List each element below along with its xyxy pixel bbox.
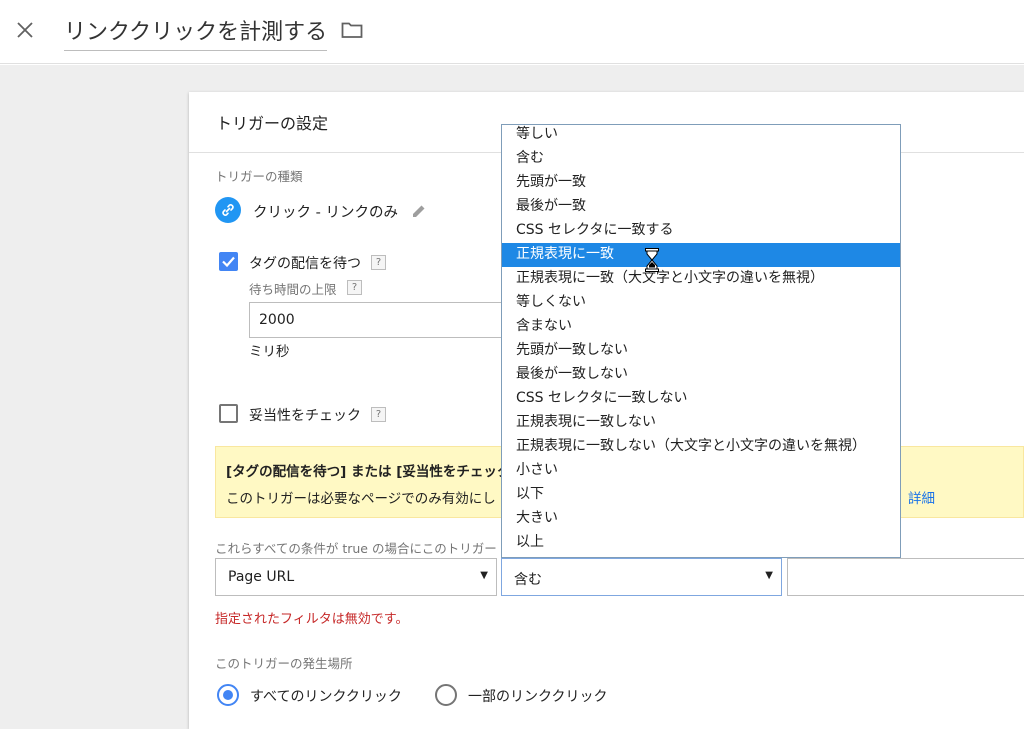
- filter-value-input[interactable]: [787, 558, 1024, 596]
- hourglass-icon: [645, 248, 659, 272]
- dropdown-option[interactable]: 小さい: [502, 459, 900, 483]
- dropdown-option[interactable]: 含まない: [502, 315, 900, 339]
- dropdown-option[interactable]: 正規表現に一致しない（大文字と小文字の違いを無視）: [502, 435, 900, 459]
- warning-body: このトリガーは必要なページでのみ有効にし: [226, 491, 496, 507]
- dropdown-option[interactable]: 正規表現に一致（大文字と小文字の違いを無視）: [502, 267, 900, 291]
- max-wait-unit: ミリ秒: [249, 344, 290, 360]
- dropdown-option[interactable]: 含む: [502, 147, 900, 171]
- top-bar: リンククリックを計測する: [0, 0, 1024, 64]
- folder-icon[interactable]: [341, 21, 365, 41]
- dropdown-option[interactable]: 最後が一致しない: [502, 363, 900, 387]
- max-wait-label: 待ち時間の上限: [249, 282, 337, 297]
- dropdown-option[interactable]: 以下: [502, 483, 900, 507]
- conditions-label: これらすべての条件が true の場合にこのトリガー: [215, 541, 497, 556]
- check-validation-help-icon[interactable]: ?: [371, 407, 386, 422]
- operator-select-value: 含む: [514, 572, 542, 588]
- dropdown-option[interactable]: 等しくない: [502, 291, 900, 315]
- warning-title: [タグの配信を待つ] または [妥当性をチェック: [226, 464, 511, 480]
- wait-tags-label: タグの配信を待つ: [249, 256, 361, 272]
- all-clicks-label[interactable]: すべてのリンククリック: [250, 686, 402, 706]
- max-wait-help-icon[interactable]: ?: [347, 280, 362, 295]
- fire-on-label: このトリガーの発生場所: [215, 656, 353, 671]
- check-validation-checkbox[interactable]: [219, 404, 238, 423]
- wait-tags-help-icon[interactable]: ?: [371, 255, 386, 270]
- caret-down-icon: ▼: [480, 570, 488, 581]
- filter-error-text: 指定されたフィルタは無効です。: [215, 612, 409, 627]
- max-wait-input[interactable]: 2000: [249, 302, 509, 338]
- all-clicks-radio[interactable]: [217, 684, 239, 706]
- dropdown-option[interactable]: CSS セレクタに一致しない: [502, 387, 900, 411]
- variable-select-value: Page URL: [228, 569, 295, 585]
- caret-down-icon: ▼: [765, 570, 773, 581]
- dropdown-option[interactable]: 以上: [502, 531, 900, 555]
- close-icon[interactable]: [12, 17, 38, 43]
- dropdown-option[interactable]: 等しい: [502, 125, 900, 147]
- dropdown-option[interactable]: 先頭が一致しない: [502, 339, 900, 363]
- some-clicks-label[interactable]: 一部のリンククリック: [468, 686, 607, 706]
- dropdown-option[interactable]: 正規表現に一致: [502, 243, 900, 267]
- dropdown-option[interactable]: 最後が一致: [502, 195, 900, 219]
- dropdown-option[interactable]: CSS セレクタに一致する: [502, 219, 900, 243]
- learn-more-link[interactable]: 詳細: [908, 487, 935, 507]
- operator-select[interactable]: 含む ▼: [501, 558, 782, 596]
- card-title: トリガーの設定: [216, 114, 329, 133]
- variable-select[interactable]: Page URL ▼: [215, 558, 497, 596]
- link-icon: [215, 197, 241, 223]
- dropdown-option[interactable]: 先頭が一致: [502, 171, 900, 195]
- wait-tags-checkbox[interactable]: [219, 252, 238, 271]
- trigger-type-label: トリガーの種類: [215, 169, 303, 184]
- some-clicks-radio[interactable]: [435, 684, 457, 706]
- trigger-type-value[interactable]: クリック - リンクのみ: [253, 201, 398, 222]
- operator-dropdown-list[interactable]: 等しい 含む 先頭が一致 最後が一致 CSS セレクタに一致する 正規表現に一致 正規表現に…: [501, 124, 901, 558]
- check-validation-label: 妥当性をチェック: [249, 408, 361, 424]
- dropdown-option[interactable]: 正規表現に一致しない: [502, 411, 900, 435]
- page-title[interactable]: リンククリックを計測する: [64, 14, 328, 51]
- pencil-icon[interactable]: [411, 203, 427, 219]
- dropdown-option[interactable]: 大きい: [502, 507, 900, 531]
